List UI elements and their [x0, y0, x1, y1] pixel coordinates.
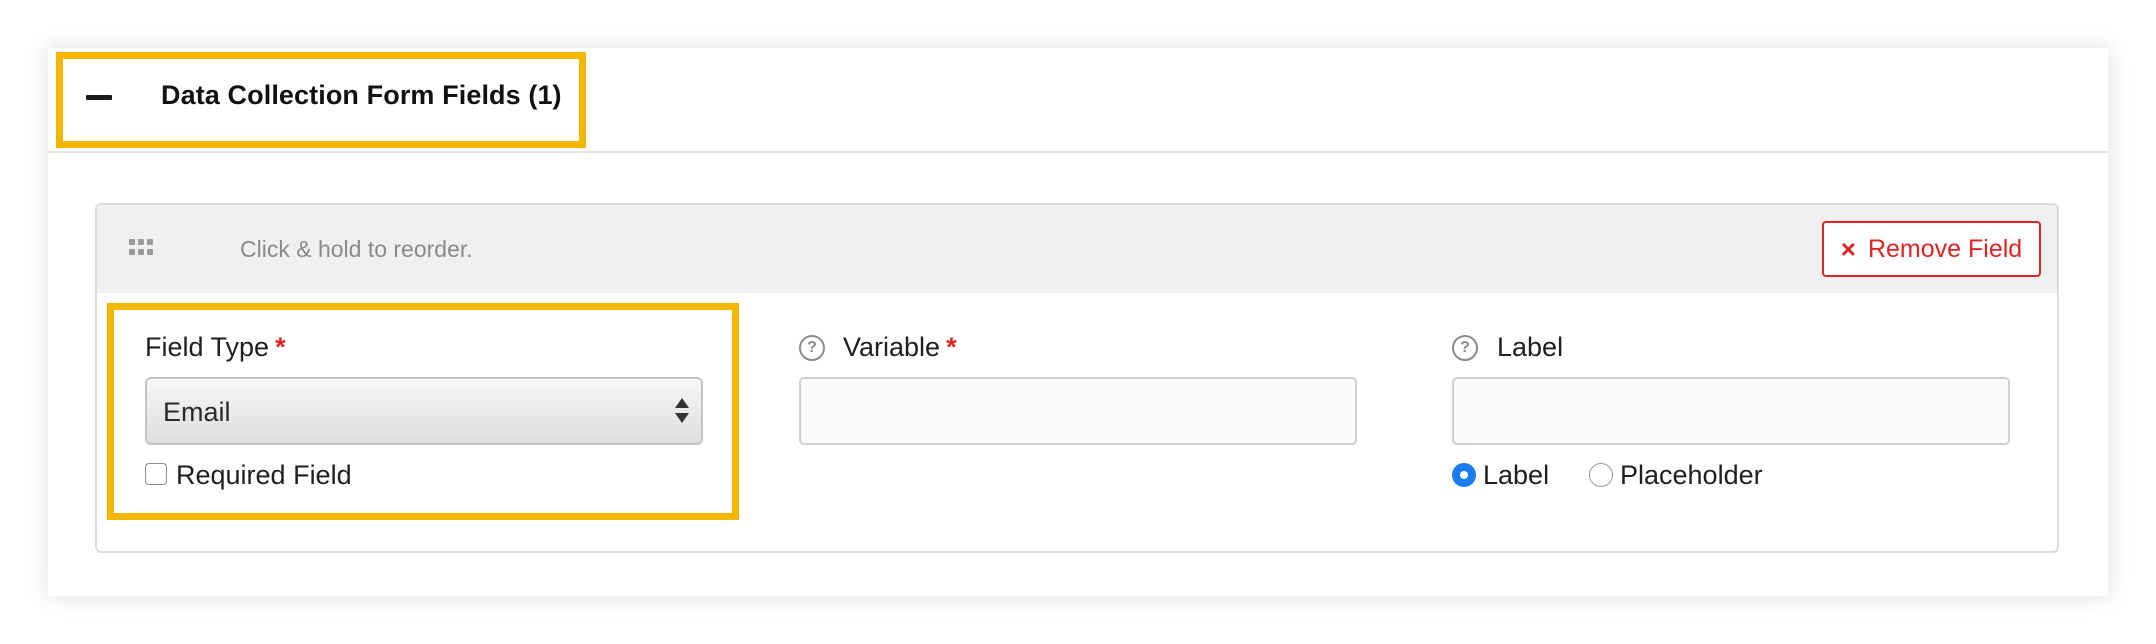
close-icon: × [1840, 234, 1856, 264]
label-mode-label-text: Label [1483, 460, 1550, 490]
label-help-icon[interactable]: ? [1452, 335, 1478, 361]
remove-field-button[interactable]: × Remove Field [1822, 221, 2041, 277]
label-input[interactable] [1452, 377, 2010, 445]
drag-handle-icon[interactable] [129, 239, 153, 257]
variable-help-icon[interactable]: ? [799, 335, 825, 361]
label-mode-radio-label[interactable] [1452, 463, 1476, 487]
field-drag-bar[interactable]: Click & hold to reorder. × Remove Field [97, 205, 2057, 293]
label-mode-radio-placeholder[interactable] [1589, 463, 1613, 487]
remove-field-label: Remove Field [1867, 234, 2023, 263]
label-mode-placeholder-text: Placeholder [1620, 460, 1763, 490]
reorder-hint: Click & hold to reorder. [240, 236, 473, 262]
label-field-label: Label [1497, 332, 1564, 362]
header-highlight-box [56, 52, 586, 148]
variable-input[interactable] [799, 377, 1357, 445]
field-type-highlight-box [107, 303, 739, 520]
variable-label: Variable * [843, 332, 957, 362]
required-asterisk: * [946, 332, 957, 362]
